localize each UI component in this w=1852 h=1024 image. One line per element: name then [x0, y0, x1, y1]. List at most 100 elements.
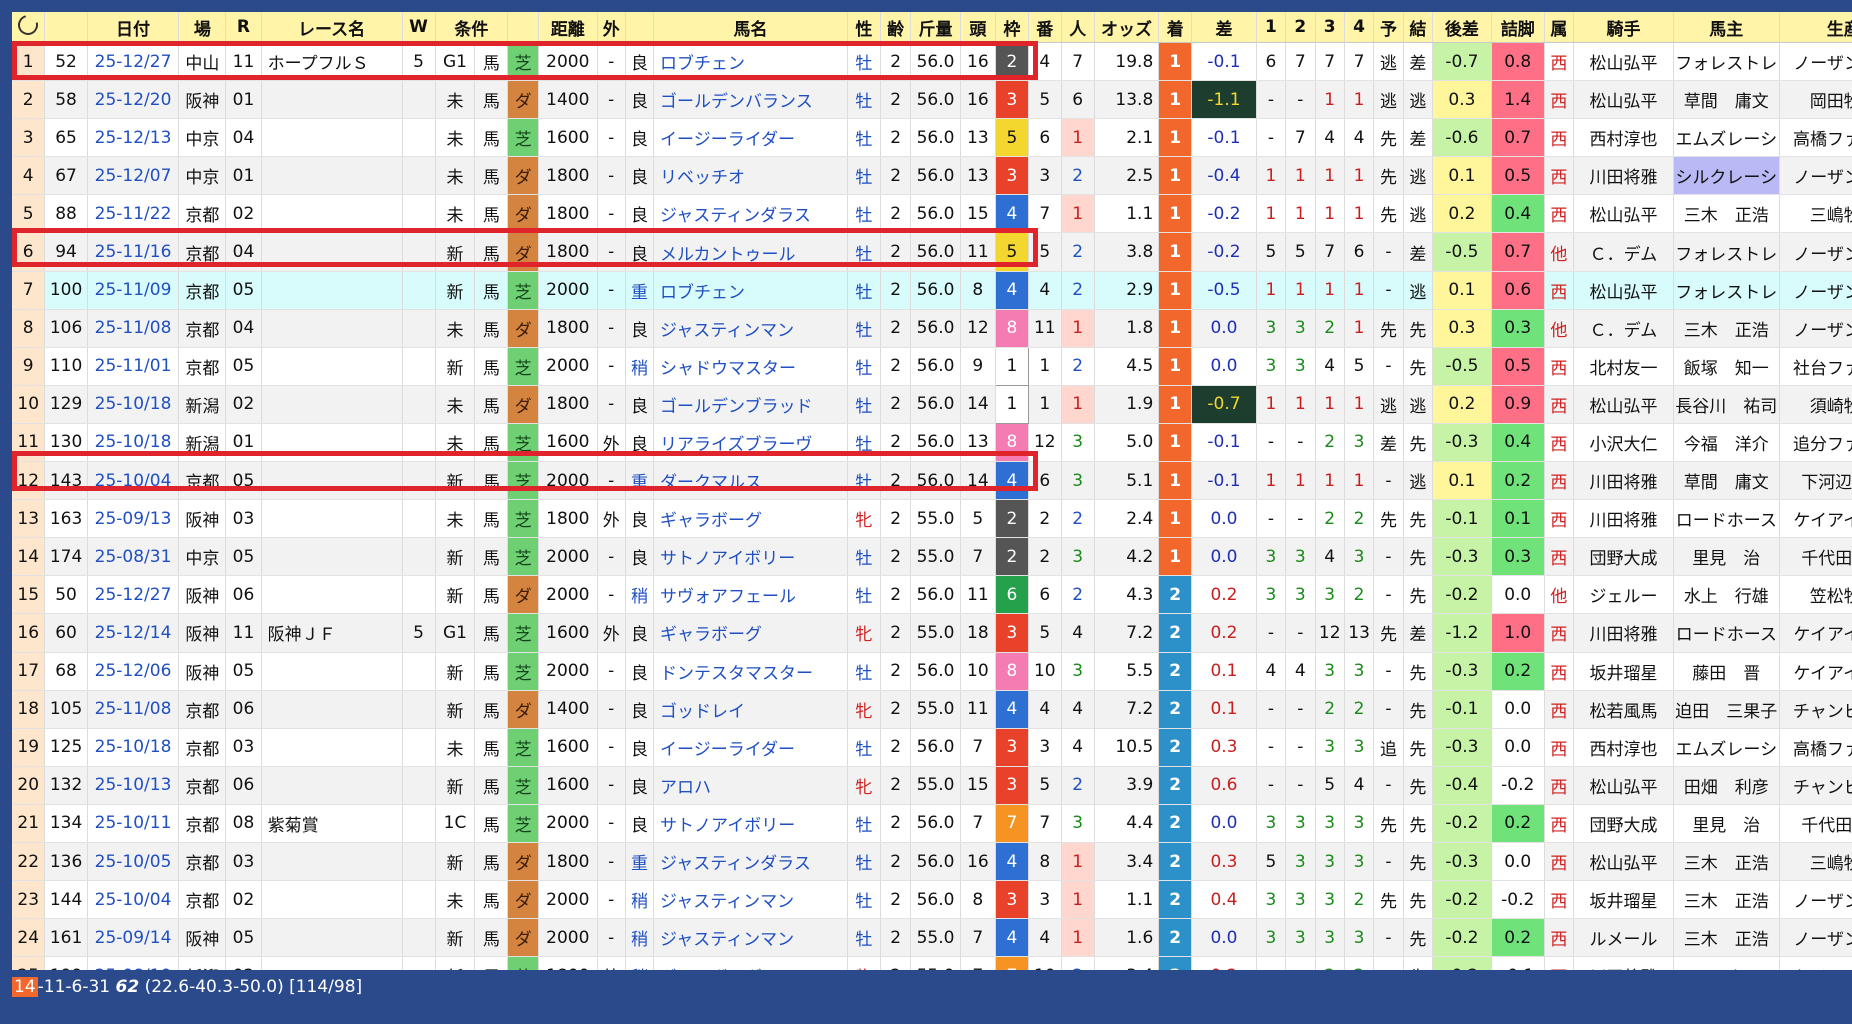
table-row[interactable]: 5 88 25-11/22 京都 02 未馬ダ 1800- 良ジャスティンダラス牡 2 56.0 1…	[12, 194, 1852, 234]
cell-horse[interactable]: ダークマルス	[653, 461, 848, 501]
col-header-surf[interactable]	[507, 12, 539, 43]
table-row[interactable]: 1 52 25-12/27 中山 11 ホープフルＳ 5 G1 馬芝 2000- 良ロブチェン牡 2 5…	[12, 42, 1852, 82]
table-row[interactable]: 9 110 25-11/01 京都 05 新馬芝 2000- 稍シャドウマスター牡 2 56.0 9…	[12, 346, 1852, 386]
col-header-r[interactable]: R	[225, 12, 262, 43]
cell-date[interactable]: 25-10/18	[87, 423, 180, 463]
table-row[interactable]: 7 100 25-11/09 京都 05 新馬芝 2000- 重ロブチェン牡 2 56.0 8 4 4 2…	[12, 271, 1852, 310]
cell-date[interactable]: 25-12/14	[87, 613, 180, 653]
col-header-diff[interactable]: 差	[1191, 12, 1257, 43]
col-header-age[interactable]: 齢	[880, 12, 912, 43]
cell-date[interactable]: 25-10/18	[87, 385, 180, 424]
cell-date[interactable]: 25-11/16	[87, 232, 180, 272]
cell-date[interactable]: 25-11/01	[87, 347, 180, 386]
col-header-going[interactable]	[625, 12, 655, 43]
table-row[interactable]: 2519925-08/10新潟02新馬芝1800外稍ギャラボーグ牝255.077…	[12, 956, 1852, 970]
table-row[interactable]: 17 68 25-12/06 阪神 05 新馬芝 2000- 良ドンテスタマスター牡 2 56.0…	[12, 652, 1852, 691]
cell-date[interactable]: 25-09/14	[87, 918, 180, 958]
col-header-zoku[interactable]: 属	[1544, 12, 1575, 43]
cell-date[interactable]: 25-11/08	[87, 309, 180, 348]
col-header-last[interactable]: 詰脚	[1491, 12, 1545, 43]
cell-date[interactable]: 25-10/05	[87, 842, 180, 882]
table-row[interactable]: 6 94 25-11/16 京都 04 新馬ダ 1800- 良メルカントゥール牡 2 56.0 11…	[12, 232, 1852, 272]
col-header-date[interactable]: 日付	[87, 12, 180, 43]
col-header-owner[interactable]: 馬主	[1673, 12, 1780, 43]
cell-horse[interactable]: メルカントゥール	[653, 232, 848, 272]
cell-date[interactable]: 25-10/13	[87, 766, 180, 805]
cell-horse[interactable]: サトノアイボリー	[653, 537, 848, 577]
col-header-pop[interactable]: 人	[1061, 12, 1095, 43]
cell-horse[interactable]: ゴッドレイ	[653, 690, 848, 729]
cell-date[interactable]: 25-12/27	[87, 42, 180, 82]
cell-horse[interactable]: ゴールデンバランス	[653, 80, 848, 120]
table-row[interactable]: 14 174 25-08/31 中京 05 新馬芝 2000- 良サトノアイボリー牡 2 55.0…	[12, 537, 1852, 577]
col-header-jockey[interactable]: 騎手	[1573, 12, 1674, 43]
col-header-sex[interactable]: 性	[847, 12, 881, 43]
table-row[interactable]: 22 136 25-10/05 京都 03 新馬ダ 1800- 重ジャスティンダラス牡 2 56.…	[12, 842, 1852, 882]
col-header-horse[interactable]: 馬名	[653, 12, 848, 43]
cell-date[interactable]: 25-11/08	[87, 690, 180, 729]
cell-date[interactable]: 25-11/09	[87, 271, 180, 310]
cell-horse[interactable]: サヴォアフェール	[653, 575, 848, 615]
refresh-button[interactable]	[12, 12, 46, 43]
cell-date[interactable]: 25-10/11	[87, 804, 180, 843]
cell-date[interactable]: 25-08/31	[87, 537, 180, 577]
col-header-ke[interactable]: 結	[1403, 12, 1434, 43]
table-row[interactable]: 2 58 25-12/20 阪神 01 未馬ダ 1400- 良ゴールデンバランス牡 2 56.0 1…	[12, 80, 1852, 120]
col-header-dist[interactable]: 距離	[538, 12, 598, 43]
col-header-breeder[interactable]: 生産	[1779, 12, 1852, 43]
col-header-yo[interactable]: 予	[1373, 12, 1404, 43]
table-row[interactable]: 23 144 25-10/04 京都 02 未馬ダ 2000- 稍ジャスティンマン牡 2 56.0…	[12, 880, 1852, 920]
cell-horse[interactable]: ジャスティンマン	[653, 880, 848, 920]
cell-horse[interactable]: ジャスティンマン	[653, 309, 848, 348]
table-row[interactable]: 8 106 25-11/08 京都 04 未馬ダ 1800- 良ジャスティンマン牡 2 56.0 1…	[12, 309, 1852, 348]
cell-horse[interactable]: ジャスティンマン	[653, 918, 848, 958]
cell-horse[interactable]: ロブチェン	[653, 42, 848, 82]
col-header-c4[interactable]: 4	[1344, 12, 1375, 43]
col-header-num[interactable]	[44, 12, 88, 43]
col-header-c1[interactable]: 1	[1256, 12, 1287, 43]
cell-horse[interactable]: ギャラボーグ	[653, 499, 848, 539]
cell-date[interactable]: 25-11/22	[87, 194, 180, 234]
table-row[interactable]: 13 163 25-09/13 阪神 03 未馬芝 1800 外良ギャラボーグ牝 2 55.0 5 2…	[12, 499, 1852, 539]
table-row[interactable]: 24 161 25-09/14 阪神 05 新馬ダ 2000- 稍ジャスティンマン牡 2 55.0…	[12, 918, 1852, 958]
table-row[interactable]: 3 65 25-12/13 中京 04 未馬芝 1600- 良イージーライダー牡 2 56.0 13…	[12, 118, 1852, 158]
cell-date[interactable]: 25-08/10	[87, 956, 180, 970]
cell-date[interactable]: 25-09/13	[87, 499, 180, 539]
table-row[interactable]: 15 50 25-12/27 阪神 06 新馬ダ 2000- 稍サヴォアフェール牡 2 56.0 1…	[12, 575, 1852, 615]
cell-horse[interactable]: イージーライダー	[653, 728, 848, 767]
cell-horse[interactable]: ゴールデンブラッド	[653, 385, 848, 424]
cell-horse[interactable]: リベッチオ	[653, 156, 848, 196]
table-row[interactable]: 18 105 25-11/08 京都 06 新馬ダ 1400- 良ゴッドレイ牝 2 55.0 11 4…	[12, 690, 1852, 729]
cell-date[interactable]: 25-10/04	[87, 461, 180, 501]
cell-horse[interactable]: サトノアイボリー	[653, 804, 848, 843]
cell-date[interactable]: 25-10/04	[87, 880, 180, 920]
col-header-ban[interactable]: 番	[1028, 12, 1062, 43]
col-header-cond[interactable]: 条件	[435, 12, 509, 43]
table-row[interactable]: 16 60 25-12/14 阪神 11 阪神ＪＦ 5 G1 馬芝 1600 外良ギャラボーグ牝 2 5…	[12, 613, 1852, 653]
col-header-waku[interactable]: 枠	[995, 12, 1029, 43]
col-header-heads[interactable]: 頭	[960, 12, 996, 43]
col-header-c2[interactable]: 2	[1285, 12, 1316, 43]
col-header-c3[interactable]: 3	[1315, 12, 1345, 43]
table-row[interactable]: 21 134 25-10/11 京都 08 紫菊賞 1C 馬芝 2000- 良サトノアイボリー牡 2…	[12, 804, 1852, 843]
cell-date[interactable]: 25-10/18	[87, 728, 180, 767]
cell-horse[interactable]: ギャラボーグ	[653, 613, 848, 653]
col-header-finish[interactable]: 着	[1158, 12, 1193, 43]
cell-horse[interactable]: シャドウマスター	[653, 347, 848, 386]
cell-date[interactable]: 25-12/27	[87, 575, 180, 615]
table-row[interactable]: 4 67 25-12/07 中京 01 未馬ダ 1800- 良リベッチオ牡 2 56.0 13 3 3 2…	[12, 156, 1852, 196]
col-header-odds[interactable]: オッズ	[1094, 12, 1160, 43]
col-header-race[interactable]: レース名	[261, 12, 403, 43]
cell-horse[interactable]: ドンテスタマスター	[653, 652, 848, 691]
table-row[interactable]: 11 130 25-10/18 新潟 01 未馬芝 1600 外良リアライズブラーヴ牡 2 56.…	[12, 423, 1852, 463]
col-header-weight[interactable]: 斤量	[910, 12, 961, 43]
col-header-lag[interactable]: 後差	[1432, 12, 1492, 43]
cell-date[interactable]: 25-12/06	[87, 652, 180, 691]
cell-horse[interactable]: リアライズブラーヴ	[653, 423, 848, 463]
cell-date[interactable]: 25-12/20	[87, 80, 180, 120]
cell-horse[interactable]: ジャスティンダラス	[653, 194, 848, 234]
table-row[interactable]: 19 125 25-10/18 京都 03 未馬芝 1600- 良イージーライダー牡 2 56.0…	[12, 728, 1852, 767]
cell-horse[interactable]: ギャラボーグ	[653, 956, 848, 970]
col-header-out[interactable]: 外	[597, 12, 626, 43]
table-row[interactable]: 10 129 25-10/18 新潟 02 未馬ダ 1800- 良ゴールデンブラッド牡 2 56.…	[12, 384, 1852, 424]
